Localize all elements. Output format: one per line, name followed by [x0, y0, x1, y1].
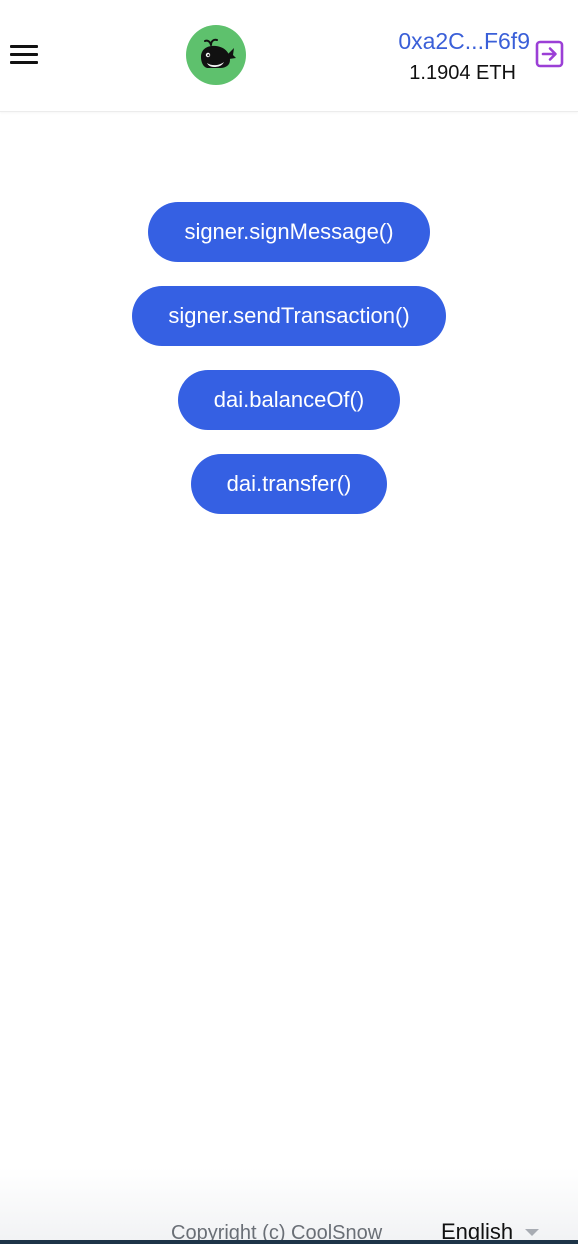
account-info: 0xa2C...F6f9 1.1904 ETH	[398, 26, 530, 88]
dai-transfer-button[interactable]: dai.transfer()	[190, 454, 388, 514]
footer: Copyright (c) CoolSnow English	[0, 1168, 578, 1244]
logout-icon[interactable]	[534, 38, 566, 70]
whale-logo-icon[interactable]	[186, 25, 246, 85]
send-transaction-button[interactable]: signer.sendTransaction()	[132, 286, 446, 346]
page: 0xa2C...F6f9 1.1904 ETH signer.signMessa…	[0, 0, 578, 1244]
wallet-address-link[interactable]: 0xa2C...F6f9	[398, 26, 530, 56]
caret-down-icon	[525, 1228, 540, 1236]
app-header: 0xa2C...F6f9 1.1904 ETH	[0, 0, 578, 112]
action-buttons: signer.signMessage() signer.sendTransact…	[0, 202, 578, 538]
eth-balance: 1.1904 ETH	[409, 62, 516, 84]
dai-balance-of-button[interactable]: dai.balanceOf()	[177, 370, 401, 430]
sign-message-button[interactable]: signer.signMessage()	[148, 202, 430, 262]
bottom-edge-bar	[0, 1240, 578, 1244]
hamburger-menu-icon[interactable]	[8, 38, 40, 70]
